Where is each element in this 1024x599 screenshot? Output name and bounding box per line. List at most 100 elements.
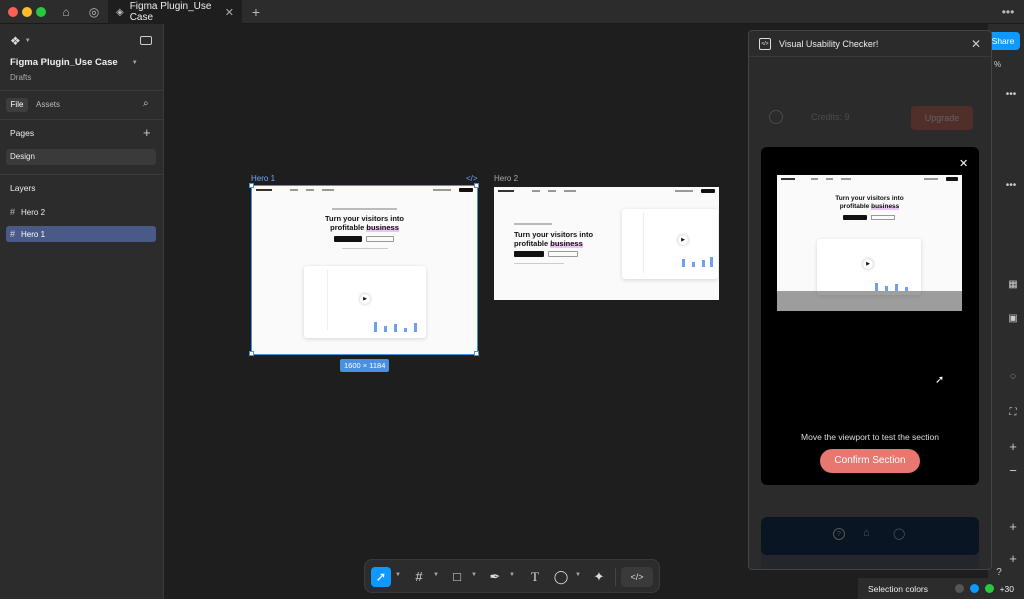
selection-colors-label: Selection colors xyxy=(868,583,929,594)
add-icon[interactable]: + xyxy=(1006,552,1020,566)
plugin-bottom-nav: ? ⌂ ◯ xyxy=(761,517,979,555)
divider xyxy=(615,568,616,586)
text-tool-icon[interactable]: T xyxy=(525,567,545,587)
close-icon[interactable]: ✕ xyxy=(959,157,968,170)
resize-handle[interactable] xyxy=(474,183,479,188)
search-icon[interactable]: ⌕ xyxy=(143,98,149,109)
globe-icon[interactable]: ◎ xyxy=(86,4,102,20)
minimize-window-button[interactable] xyxy=(22,7,32,17)
chevron-down-icon[interactable]: ▼ xyxy=(471,572,477,578)
color-swatch[interactable] xyxy=(984,584,994,593)
hero-heading: Turn your visitors into profitable busin… xyxy=(252,214,477,232)
plugin-header: </> Visual Usability Checker! ✕ xyxy=(749,31,991,57)
file-name-menu[interactable]: Figma Plugin_Use Case ▼ xyxy=(10,57,138,68)
frame-icon: # xyxy=(10,207,16,217)
code-icon[interactable]: </> xyxy=(466,174,478,183)
more-options-icon[interactable]: ••• xyxy=(1004,88,1018,102)
zoom-percent[interactable]: % xyxy=(994,60,1001,69)
layout-icon[interactable]: ▦ xyxy=(1006,278,1020,292)
more-options-icon[interactable]: ••• xyxy=(1004,179,1018,193)
comment-tool-icon[interactable]: ◯ xyxy=(551,567,571,587)
right-panel: Share % ••• ••• ▦ ▣ ◌ ⛶ + − + + ? xyxy=(986,24,1024,599)
hero-heading-highlight: business xyxy=(550,239,583,248)
image-icon[interactable]: ▣ xyxy=(1006,312,1020,326)
layer-item-hero-1[interactable]: # Hero 1 xyxy=(6,226,156,242)
toggle-sidebar-icon[interactable] xyxy=(140,36,152,45)
more-colors-count[interactable]: +30 xyxy=(1000,584,1014,594)
layers-heading: Layers xyxy=(10,183,36,193)
figma-logo-icon: ❖ xyxy=(10,34,21,48)
chevron-down-icon[interactable]: ▼ xyxy=(433,572,439,578)
add-icon[interactable]: + xyxy=(1006,440,1020,454)
close-icon[interactable]: ✕ xyxy=(971,37,981,51)
divider xyxy=(0,90,164,91)
actions-tool-icon[interactable]: ✦ xyxy=(589,567,609,587)
drop-icon[interactable]: ◌ xyxy=(1006,370,1020,384)
chat-icon[interactable]: ◯ xyxy=(893,527,905,540)
resize-handle[interactable] xyxy=(249,351,254,356)
close-tab-icon[interactable]: ✕ xyxy=(225,6,234,19)
hero-heading-line2: profitable xyxy=(839,203,872,210)
mini-logo xyxy=(256,189,272,191)
section-preview-modal: ✕ Turn your visitors into profitable bus… xyxy=(761,147,979,485)
play-icon: ▶ xyxy=(678,235,688,245)
plugin-title: Visual Usability Checker! xyxy=(779,38,879,49)
chevron-down-icon: ▼ xyxy=(24,38,31,44)
layer-label: Hero 2 xyxy=(21,207,46,217)
close-window-button[interactable] xyxy=(8,7,18,17)
mini-secondary-button xyxy=(366,236,394,242)
page-item-design[interactable]: Design xyxy=(6,149,156,165)
tab-file[interactable]: File xyxy=(6,98,28,112)
mini-nav xyxy=(777,175,962,183)
chevron-down-icon[interactable]: ▼ xyxy=(509,572,515,578)
play-icon: ▶ xyxy=(360,294,370,304)
left-sidebar: ❖ ▼ Figma Plugin_Use Case ▼ Drafts File … xyxy=(0,24,164,599)
frame-tool-icon[interactable]: # xyxy=(409,567,429,587)
frame-hero-1[interactable]: Turn your visitors into profitable busin… xyxy=(251,185,478,355)
color-swatch[interactable] xyxy=(969,584,979,593)
color-swatch[interactable] xyxy=(954,584,964,593)
add-icon[interactable]: + xyxy=(1006,520,1020,534)
viewport-overlay[interactable] xyxy=(777,291,962,311)
chevron-down-icon: ▼ xyxy=(131,59,138,66)
remove-icon[interactable]: − xyxy=(1006,464,1020,478)
dashboard-mockup: ▶ xyxy=(622,209,718,279)
title-bar: ⌂ ◎ ◈ Figma Plugin_Use Case ✕ + ••• xyxy=(0,0,1024,24)
hero-heading: Turn your visitors into profitable busin… xyxy=(777,195,962,211)
maximize-window-button[interactable] xyxy=(36,7,46,17)
confirm-section-button[interactable]: Confirm Section xyxy=(820,449,920,473)
hero-heading-line1: Turn your visitors into xyxy=(324,214,405,223)
rectangle-tool-icon[interactable]: □ xyxy=(447,567,467,587)
help-icon[interactable]: ? xyxy=(833,528,845,540)
hero-heading-line1: Turn your visitors into xyxy=(835,195,904,202)
move-tool-icon[interactable]: ➚ xyxy=(371,567,391,587)
hero-heading-line2: profitable xyxy=(514,239,551,248)
tab-assets[interactable]: Assets xyxy=(36,98,60,112)
expand-icon[interactable]: ⛶ xyxy=(1006,406,1020,420)
main-menu[interactable]: ❖ ▼ xyxy=(10,34,31,48)
chevron-down-icon[interactable]: ▼ xyxy=(575,572,581,578)
resize-handle[interactable] xyxy=(474,351,479,356)
figma-file-icon: ◈ xyxy=(116,6,124,18)
pages-heading: Pages xyxy=(10,128,35,138)
chevron-down-icon[interactable]: ▼ xyxy=(395,572,401,578)
layer-item-hero-2[interactable]: # Hero 2 xyxy=(6,204,156,220)
hero-heading-highlight: business xyxy=(366,223,399,232)
frame-label-hero-2[interactable]: Hero 2 xyxy=(494,174,518,183)
selection-colors-bar: Selection colors +30 xyxy=(858,578,1024,599)
frame-hero-2[interactable]: Turn your visitors into profitable busin… xyxy=(494,187,719,300)
more-menu-icon[interactable]: ••• xyxy=(1000,4,1016,20)
dev-mode-icon[interactable]: </> xyxy=(621,567,653,587)
home-icon[interactable]: ⌂ xyxy=(58,4,74,20)
add-page-icon[interactable]: + xyxy=(143,125,151,140)
home-icon[interactable]: ⌂ xyxy=(863,527,870,539)
file-tab[interactable]: ◈ Figma Plugin_Use Case ✕ xyxy=(108,0,242,24)
resize-handle[interactable] xyxy=(249,183,254,188)
pen-tool-icon[interactable]: ✒ xyxy=(485,567,505,587)
plugin-code-icon: </> xyxy=(759,37,771,50)
layer-label: Hero 1 xyxy=(21,229,46,239)
play-icon: ▶ xyxy=(863,259,873,269)
frame-label-hero-1[interactable]: Hero 1 xyxy=(251,174,275,183)
divider xyxy=(0,174,164,175)
new-tab-icon[interactable]: + xyxy=(248,4,264,20)
